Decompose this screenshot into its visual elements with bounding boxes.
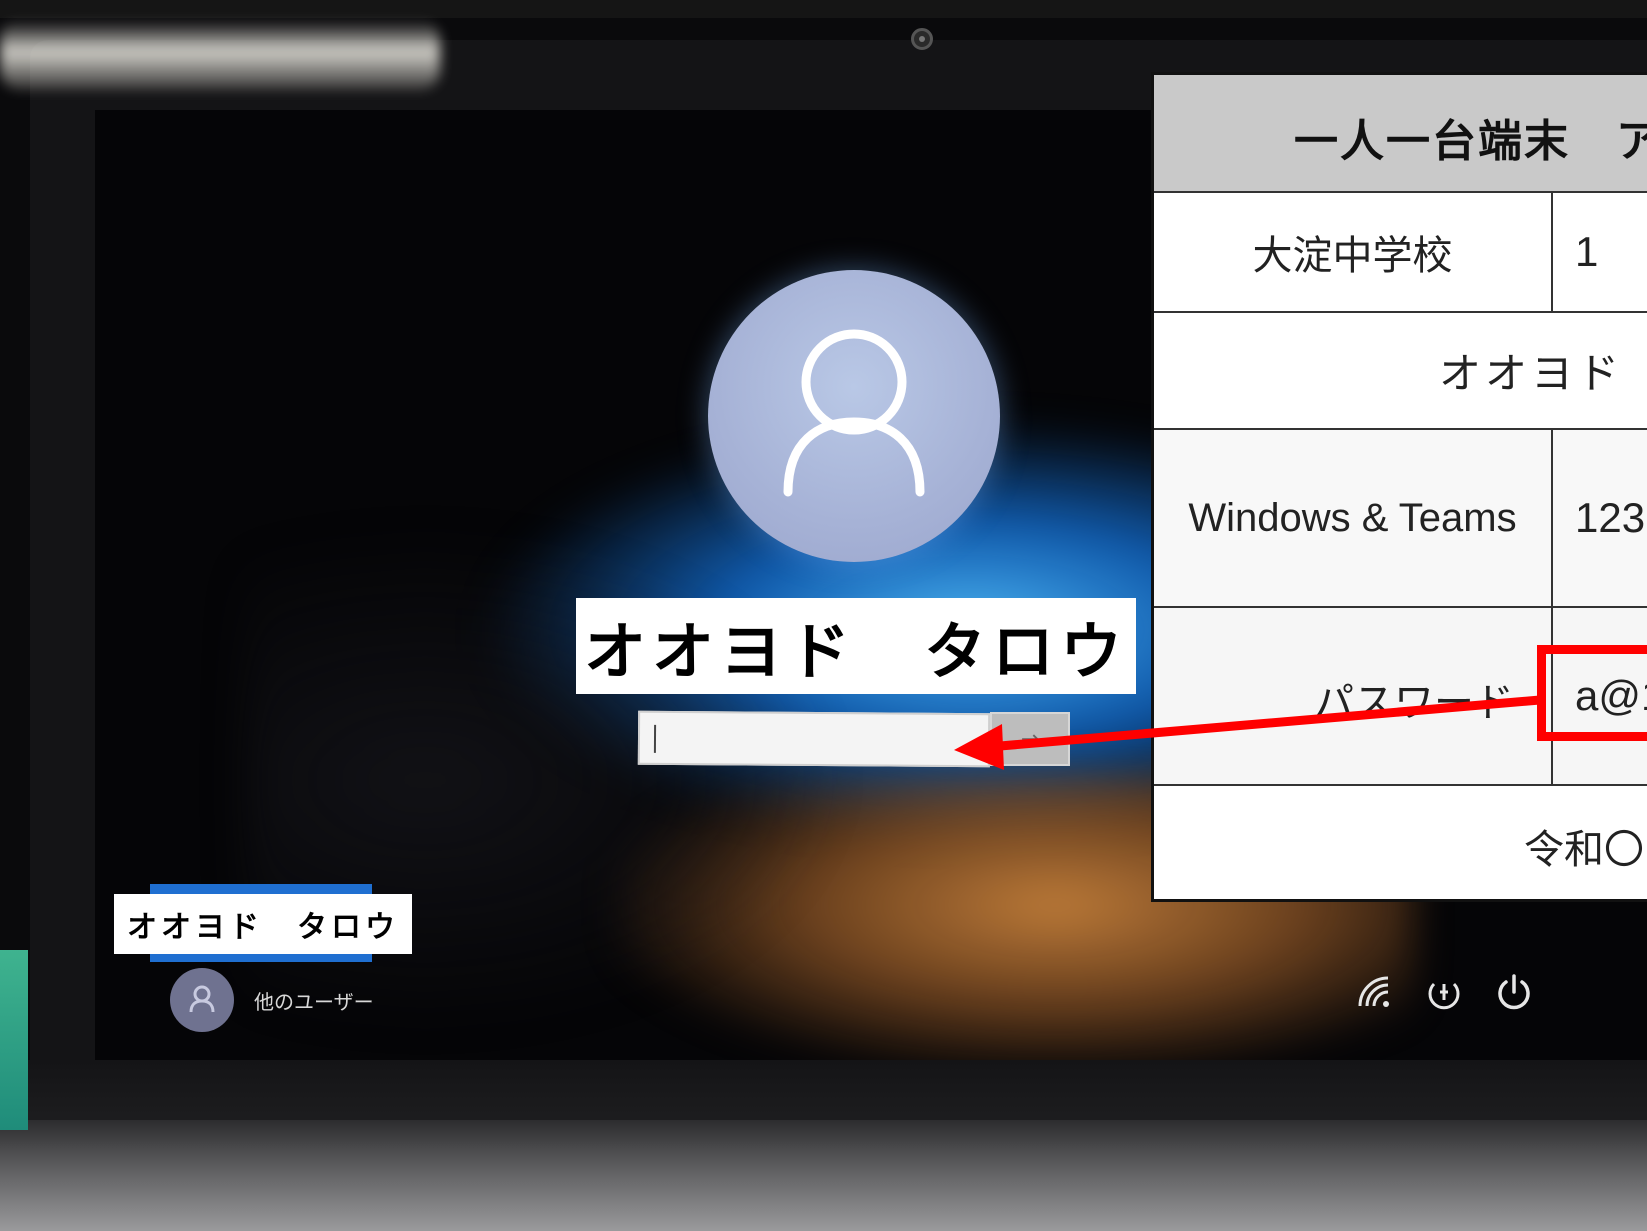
pointer-arrow <box>954 695 1541 770</box>
